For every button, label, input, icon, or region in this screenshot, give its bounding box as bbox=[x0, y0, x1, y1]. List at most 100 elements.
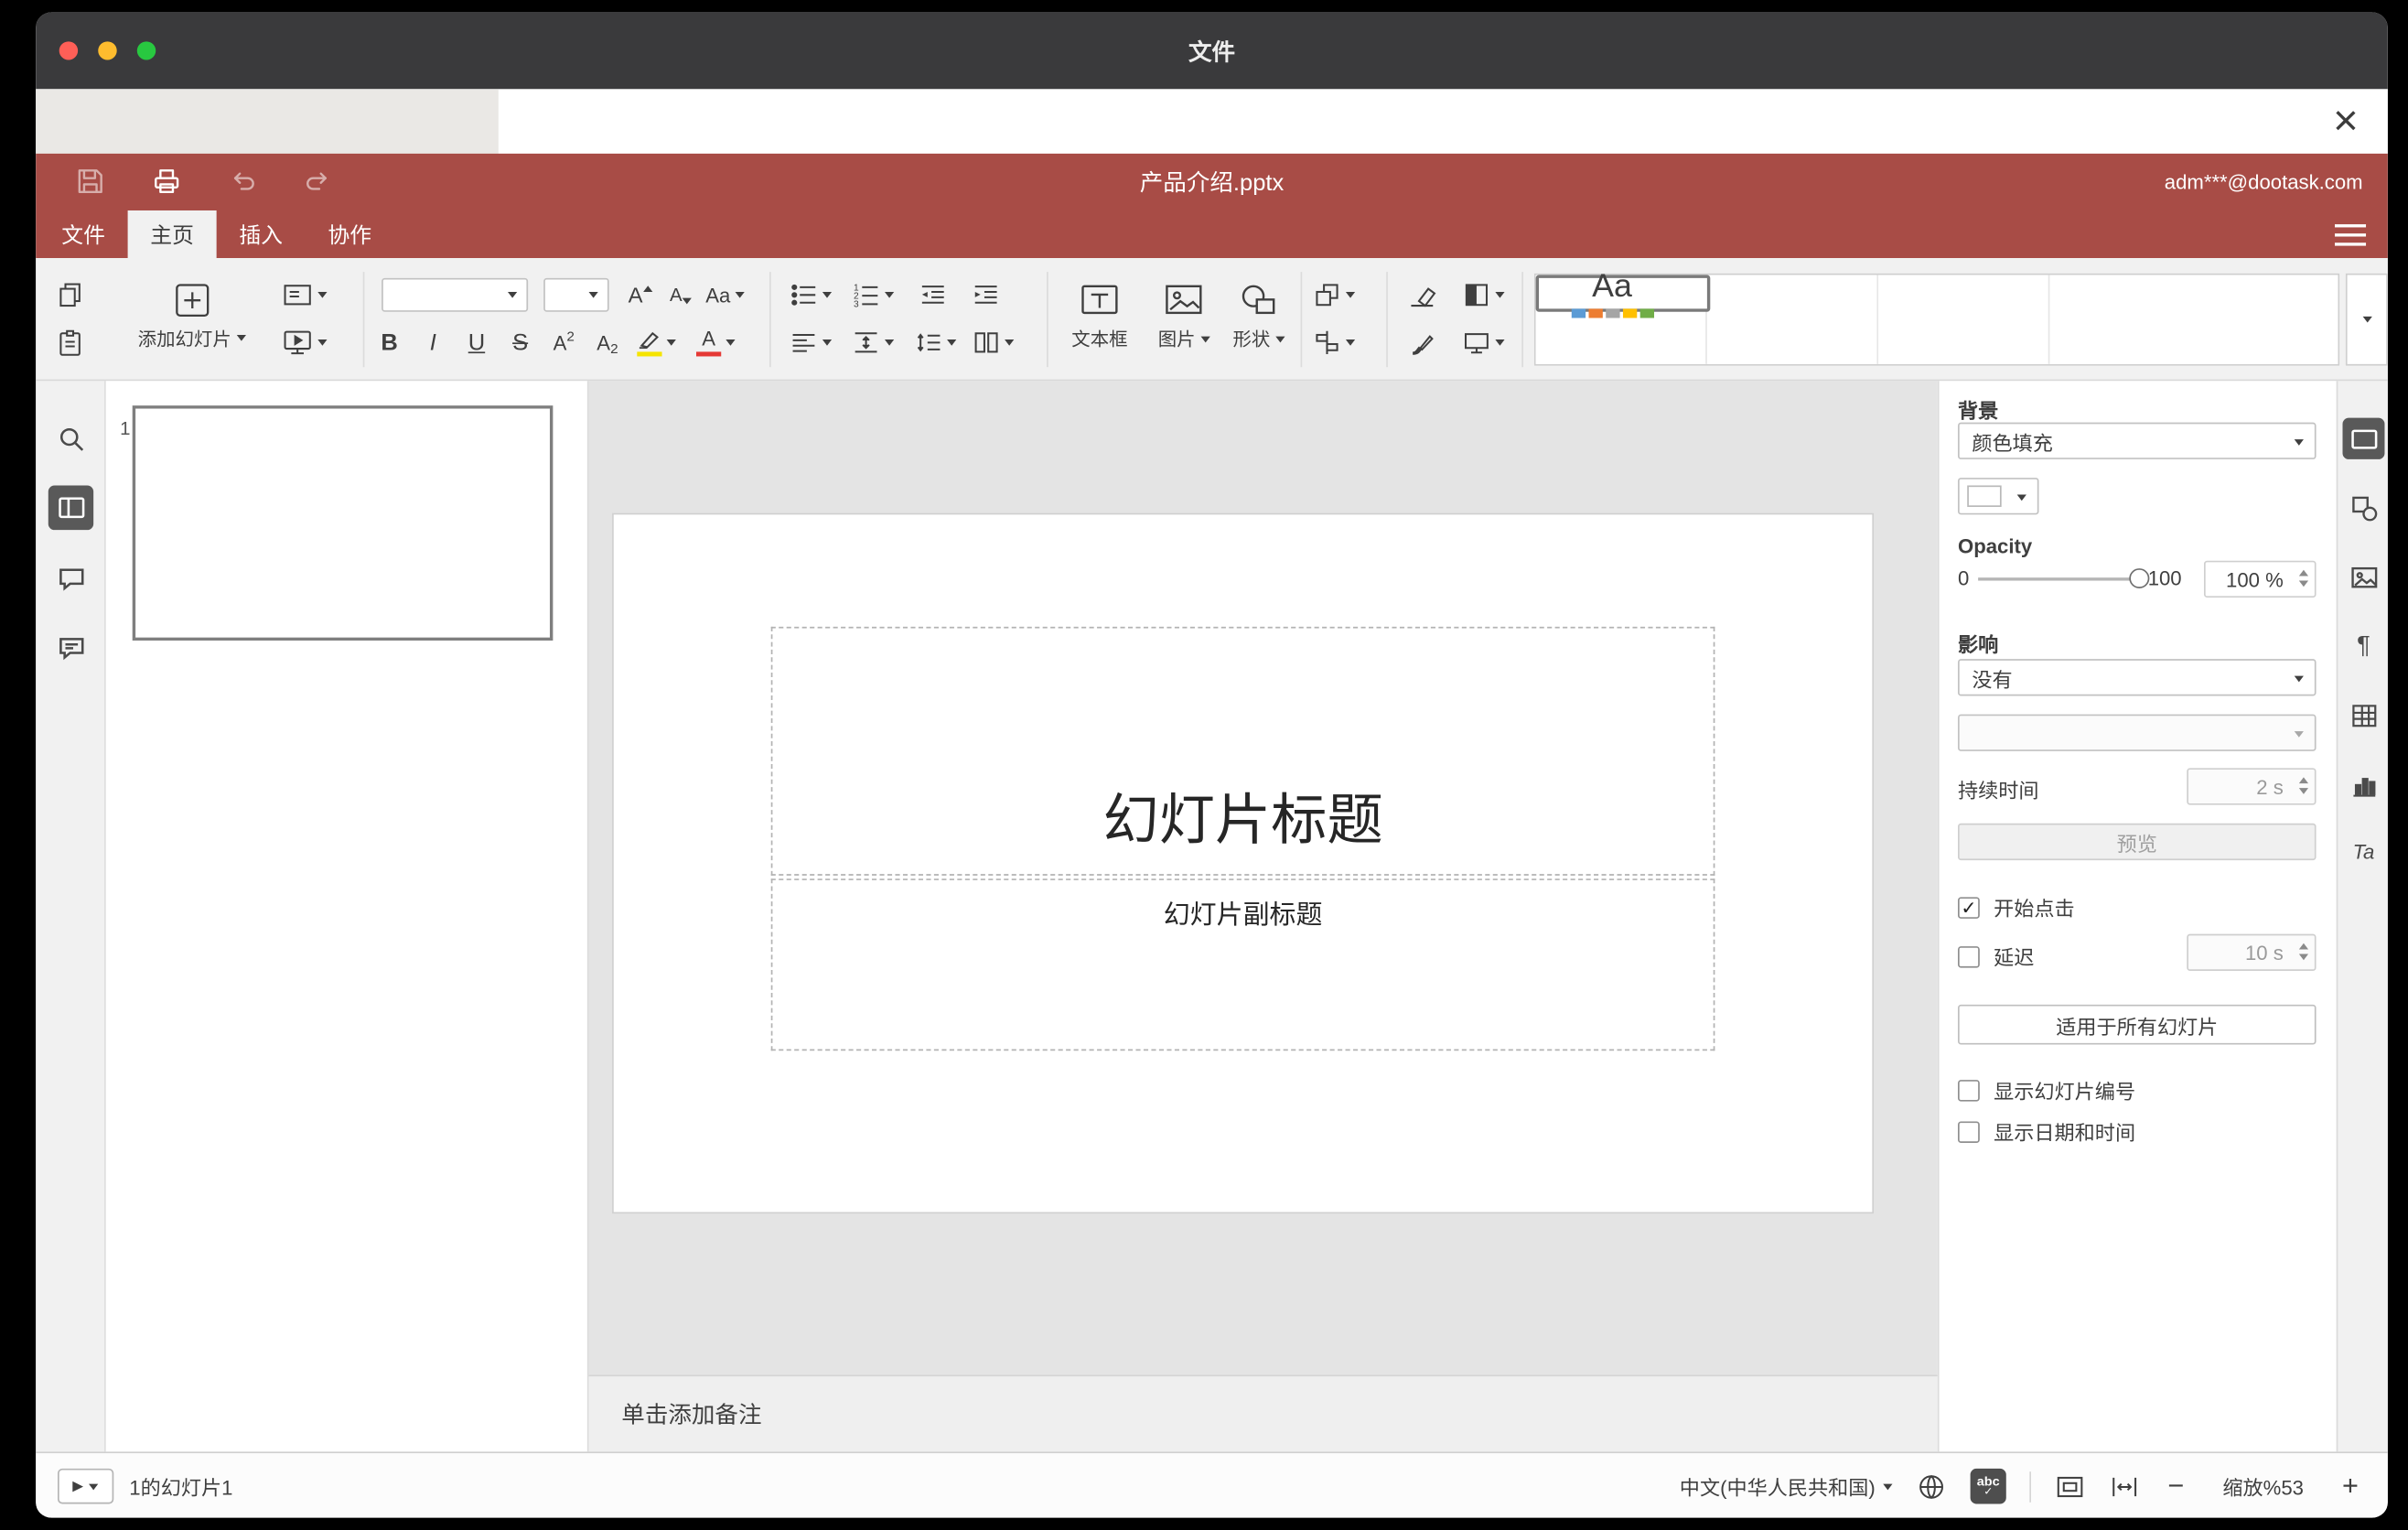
slide-settings-button[interactable] bbox=[2342, 417, 2385, 459]
start-slideshow-button[interactable] bbox=[282, 324, 328, 361]
slide-size-button[interactable] bbox=[1463, 324, 1505, 361]
tab-collaboration[interactable]: 协作 bbox=[306, 210, 394, 258]
slider-knob[interactable] bbox=[2129, 568, 2150, 588]
redo-button[interactable] bbox=[299, 165, 333, 199]
chat-button[interactable] bbox=[48, 625, 93, 670]
decrease-indent-button[interactable] bbox=[914, 276, 951, 313]
undo-button[interactable] bbox=[228, 165, 262, 199]
table-settings-button[interactable] bbox=[2343, 695, 2385, 736]
spinner-arrows[interactable] bbox=[2298, 569, 2309, 587]
delay-input[interactable]: 10 s bbox=[2187, 933, 2317, 971]
insert-shape-button[interactable]: 形状 bbox=[1220, 264, 1297, 369]
columns-button[interactable] bbox=[972, 324, 1015, 361]
color-scheme-button[interactable] bbox=[1463, 276, 1505, 313]
theme-gallery-expand-button[interactable] bbox=[2345, 273, 2388, 366]
font-color-button[interactable]: A bbox=[695, 324, 736, 361]
close-icon[interactable]: × bbox=[2319, 95, 2372, 147]
slide-subtitle-placeholder[interactable]: 幻灯片副标题 bbox=[770, 878, 1715, 1051]
zoom-out-button[interactable]: − bbox=[2164, 1471, 2188, 1503]
vertical-align-button[interactable] bbox=[852, 324, 895, 361]
spinner-arrows[interactable] bbox=[2298, 777, 2309, 794]
show-date-time-checkbox[interactable] bbox=[1957, 1120, 1980, 1143]
highlight-color-button[interactable] bbox=[637, 324, 676, 361]
close-window-button[interactable] bbox=[59, 41, 79, 60]
set-language-button[interactable] bbox=[1916, 1471, 1947, 1502]
hamburger-menu-icon[interactable] bbox=[2334, 224, 2367, 246]
numbered-list-button[interactable]: 123 bbox=[852, 276, 895, 313]
horizontal-align-button[interactable] bbox=[790, 324, 833, 361]
theme-cell[interactable] bbox=[2049, 275, 2338, 364]
spinner-arrows[interactable] bbox=[2298, 943, 2309, 961]
slide-editor[interactable]: 幻灯片标题 幻灯片副标题 bbox=[613, 514, 1873, 1212]
subscript-button[interactable]: A2 bbox=[589, 324, 627, 361]
zoom-level[interactable]: 缩放%53 bbox=[2211, 1471, 2314, 1501]
increase-indent-button[interactable] bbox=[967, 276, 1005, 313]
chevron-down-icon bbox=[822, 291, 833, 298]
change-layout-button[interactable] bbox=[282, 276, 328, 313]
tab-insert[interactable]: 插入 bbox=[217, 210, 306, 258]
fill-color-picker[interactable] bbox=[1957, 478, 2039, 515]
zoom-in-button[interactable]: + bbox=[2338, 1471, 2362, 1503]
fit-to-slide-button[interactable] bbox=[2055, 1471, 2086, 1502]
clear-style-button[interactable] bbox=[1403, 276, 1441, 313]
paragraph-settings-button[interactable]: ¶ bbox=[2343, 625, 2385, 666]
language-selector[interactable]: 中文(中华人民共和国) bbox=[1680, 1471, 1893, 1501]
effect-select[interactable]: 没有 bbox=[1957, 659, 2317, 696]
copy-button[interactable] bbox=[51, 276, 89, 313]
increase-font-button[interactable]: A bbox=[621, 276, 659, 313]
insert-image-button[interactable]: 图片 bbox=[1145, 264, 1222, 369]
comments-button[interactable] bbox=[48, 556, 93, 601]
arrange-shape-button[interactable] bbox=[1313, 276, 1356, 313]
show-date-time-label: 显示日期和时间 bbox=[1994, 1121, 2136, 1145]
fit-to-width-button[interactable] bbox=[2109, 1471, 2140, 1502]
preview-button[interactable]: 预览 bbox=[1957, 823, 2317, 861]
shape-settings-button[interactable] bbox=[2343, 487, 2385, 528]
copy-style-button[interactable] bbox=[1403, 324, 1441, 361]
slide-title-placeholder[interactable]: 幻灯片标题 bbox=[770, 626, 1715, 876]
effect-type-select[interactable] bbox=[1957, 714, 2317, 751]
chart-settings-button[interactable] bbox=[2343, 763, 2385, 804]
notes-input[interactable]: 单击添加备注 bbox=[588, 1374, 1938, 1452]
spellcheck-toggle[interactable]: abc ✓ bbox=[1970, 1468, 2006, 1504]
font-size-input[interactable] bbox=[543, 277, 609, 312]
zoom-window-button[interactable] bbox=[136, 41, 156, 60]
minimize-window-button[interactable] bbox=[98, 41, 117, 60]
slides-panel-button[interactable] bbox=[48, 485, 94, 531]
duration-input[interactable]: 2 s bbox=[2187, 768, 2317, 805]
print-button[interactable] bbox=[149, 165, 183, 199]
add-slide-icon bbox=[175, 283, 209, 317]
align-shape-button[interactable] bbox=[1313, 324, 1356, 361]
add-slide-button[interactable]: 添加幻灯片 bbox=[126, 264, 257, 369]
start-slideshow-status-button[interactable]: ▶ bbox=[57, 1468, 114, 1504]
tab-home[interactable]: 主页 bbox=[127, 210, 217, 259]
tab-file[interactable]: 文件 bbox=[39, 210, 128, 258]
apply-to-all-slides-button[interactable]: 适用于所有幻灯片 bbox=[1957, 1004, 2317, 1045]
superscript-button[interactable]: A2 bbox=[545, 324, 583, 361]
theme-cell-selected[interactable]: Aa bbox=[1535, 270, 1711, 318]
opacity-value-input[interactable]: 100 % bbox=[2203, 560, 2317, 598]
change-case-button[interactable]: Aa bbox=[705, 276, 745, 313]
delay-checkbox[interactable] bbox=[1957, 945, 1980, 967]
fill-type-select[interactable]: 颜色填充 bbox=[1957, 422, 2317, 459]
line-spacing-button[interactable] bbox=[914, 324, 957, 361]
bullet-list-button[interactable] bbox=[790, 276, 833, 313]
image-settings-button[interactable] bbox=[2343, 556, 2385, 598]
theme-cell[interactable] bbox=[1706, 275, 1879, 364]
underline-button[interactable]: U bbox=[458, 324, 496, 361]
font-name-input[interactable] bbox=[382, 277, 529, 312]
start-on-click-checkbox[interactable]: ✓ bbox=[1957, 896, 1980, 919]
italic-button[interactable]: I bbox=[414, 324, 452, 361]
show-slide-number-checkbox[interactable] bbox=[1957, 1079, 1980, 1101]
opacity-slider[interactable]: 0 100 bbox=[1958, 561, 2191, 598]
bold-button[interactable]: B bbox=[371, 324, 408, 361]
paste-button[interactable] bbox=[51, 324, 89, 361]
theme-cell[interactable] bbox=[1878, 275, 2050, 364]
strikethrough-button[interactable]: S bbox=[501, 324, 539, 361]
search-button[interactable] bbox=[48, 416, 93, 461]
decrease-font-button[interactable]: A bbox=[662, 276, 700, 313]
slide-thumbnail[interactable] bbox=[132, 405, 554, 641]
slider-track[interactable] bbox=[1978, 577, 2141, 581]
save-button[interactable] bbox=[73, 165, 107, 199]
textart-settings-button[interactable]: Ta bbox=[2343, 831, 2385, 872]
insert-textbox-button[interactable]: 文本框 bbox=[1062, 264, 1137, 369]
